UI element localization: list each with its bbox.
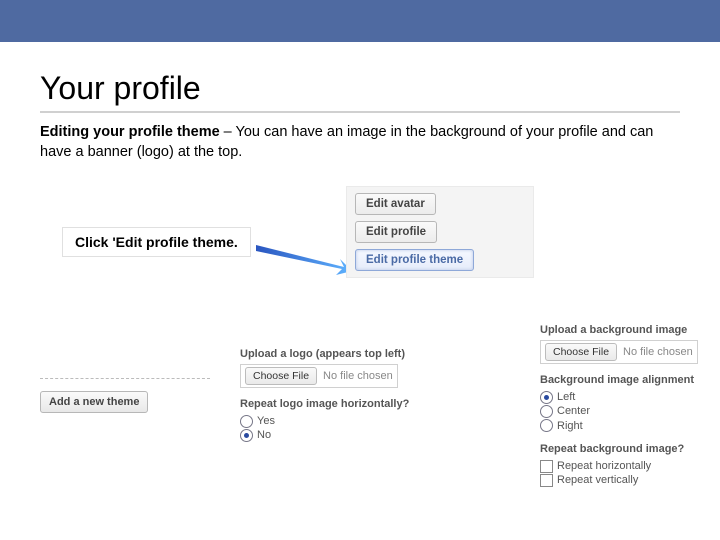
slide-title: Your profile [40,70,720,107]
callout-box: Click 'Edit profile theme. [62,227,251,257]
bg-align-right-label: Right [557,419,583,433]
repeat-logo-yes-label: Yes [257,414,275,428]
callout-arrow [256,245,352,281]
repeat-logo-no-radio[interactable] [240,429,253,442]
repeat-logo-yes-radio[interactable] [240,415,253,428]
bg-repeat-label: Repeat background image? [540,443,710,455]
bg-alignment-label: Background image alignment [540,374,710,386]
logo-choose-file-button[interactable]: Choose File [245,367,317,385]
slide-description: Editing your profile theme – You can hav… [40,123,680,162]
bg-choose-file-button[interactable]: Choose File [545,343,617,361]
repeat-logo-no-label: No [257,428,271,442]
slide-accent-bar [0,0,720,42]
bg-file-picker: Choose File No file chosen [540,340,710,364]
profile-panel: Edit avatar Edit profile Edit profile th… [346,186,534,278]
bg-repeat-h-checkbox[interactable] [540,460,553,473]
bg-align-left-radio[interactable] [540,391,553,404]
logo-file-picker: Choose File No file chosen [240,364,470,388]
bg-image-label: Upload a background image [540,324,710,336]
bg-repeat-v-label: Repeat vertically [557,473,638,487]
edit-profile-button[interactable]: Edit profile [355,221,437,243]
bg-align-right-radio[interactable] [540,419,553,432]
description-lead: Editing your profile theme [40,124,220,140]
bg-align-left-label: Left [557,390,575,404]
bg-align-center-radio[interactable] [540,405,553,418]
bg-repeat-h-label: Repeat horizontally [557,459,651,473]
logo-no-file-text: No file chosen [323,370,393,382]
bg-align-center-label: Center [557,404,590,418]
title-underline [40,111,680,113]
bg-image-column: Upload a background image Choose File No… [540,324,710,487]
upload-logo-label: Upload a logo (appears top left) [240,348,470,360]
add-new-theme-button[interactable]: Add a new theme [40,391,148,413]
edit-profile-theme-button[interactable]: Edit profile theme [355,249,474,271]
upload-logo-column: Upload a logo (appears top left) Choose … [240,348,470,443]
bg-repeat-v-checkbox[interactable] [540,474,553,487]
edit-avatar-button[interactable]: Edit avatar [355,193,436,215]
bg-no-file-text: No file chosen [623,346,693,358]
add-theme-column: Add a new theme [40,378,210,413]
repeat-logo-label: Repeat logo image horizontally? [240,398,470,410]
